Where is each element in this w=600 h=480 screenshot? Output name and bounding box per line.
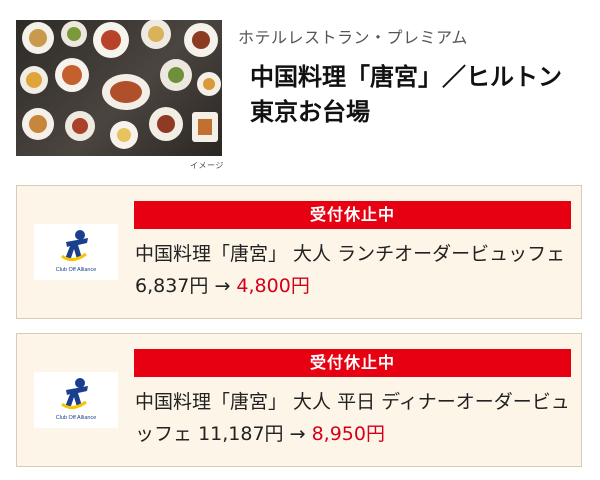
logo-text: Club Off Alliance	[55, 415, 97, 421]
image-caption: イメージ	[190, 161, 224, 170]
regular-price: 11,187円	[198, 423, 284, 445]
status-badge: 受付休止中	[134, 349, 571, 377]
offer-description[interactable]: 中国料理「唐宮」 大人 ランチオーダービュッフェ 6,837円 → 4,800円	[135, 238, 575, 302]
logo-text: Club Off Alliance	[55, 267, 97, 273]
club-off-alliance-logo: Club Off Alliance	[34, 372, 118, 428]
food-dishes-illustration	[20, 20, 221, 149]
offer-card[interactable]: Club Off Alliance 受付休止中 中国料理「唐宮」 大人 平日 デ…	[16, 333, 582, 467]
club-off-alliance-figure-icon	[61, 378, 88, 409]
price-arrow: →	[289, 423, 306, 445]
sale-price: 4,800円	[236, 275, 310, 297]
offer-name: 中国料理「唐宮」 大人 ランチオーダービュッフェ	[135, 243, 566, 265]
price-arrow: →	[214, 275, 231, 297]
club-off-alliance-figure-icon	[61, 230, 88, 261]
club-off-alliance-logo: Club Off Alliance	[34, 224, 118, 280]
sale-price: 8,950円	[311, 423, 385, 445]
regular-price: 6,837円	[135, 275, 209, 297]
restaurant-header: イメージ ホテルレストラン・プレミアム 中国料理「唐宮」／ヒルトン東京お台場	[0, 0, 600, 182]
restaurant-food-image[interactable]	[16, 20, 222, 156]
restaurant-title[interactable]: 中国料理「唐宮」／ヒルトン東京お台場	[250, 60, 580, 130]
offer-card[interactable]: Club Off Alliance 受付休止中 中国料理「唐宮」 大人 ランチオ…	[16, 185, 582, 319]
category-label: ホテルレストラン・プレミアム	[238, 28, 468, 47]
offer-description[interactable]: 中国料理「唐宮」 大人 平日 ディナーオーダービュッフェ 11,187円 → 8…	[135, 386, 575, 450]
status-badge: 受付休止中	[134, 201, 571, 229]
